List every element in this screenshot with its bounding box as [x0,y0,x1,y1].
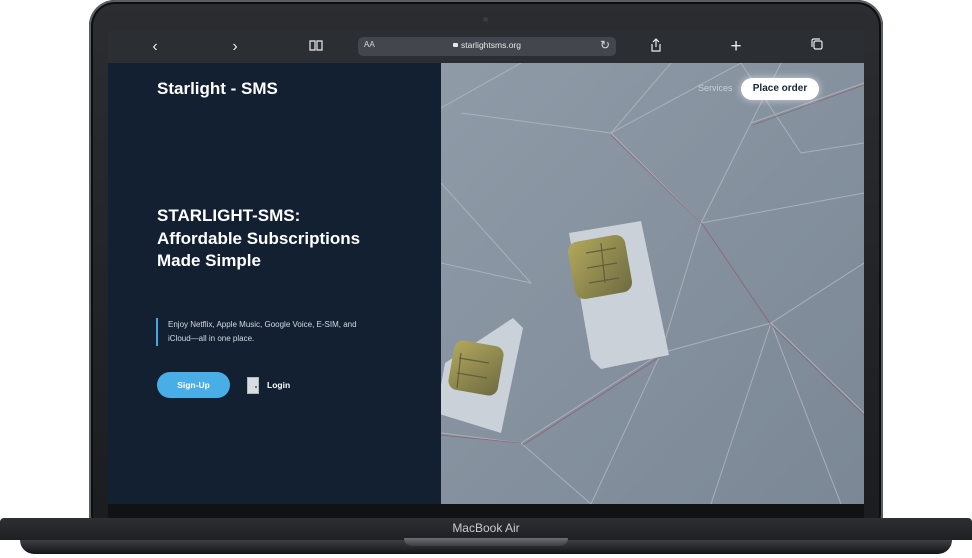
login-link[interactable]: Login [247,375,290,395]
share-icon[interactable] [646,37,666,57]
url-text: starlightsms.org [461,40,521,50]
laptop-base: MacBook Air [0,518,972,558]
hero-title: STARLIGHT-SMS: Affordable Subscriptions … [157,206,361,270]
sim-cards-photo [441,63,864,504]
model-label: MacBook Air [452,521,520,535]
signup-button[interactable]: Sign-Up [157,372,230,398]
hero-image: Services Place order [441,63,864,504]
login-label: Login [267,380,291,390]
browser-window: ‹ › AA starlightsms.org ↻ + Starlight - … [108,31,864,504]
browser-toolbar: ‹ › AA starlightsms.org ↻ + [108,31,864,63]
brand-logo[interactable]: Starlight - SMS [157,79,278,99]
hinge-notch [404,538,568,546]
place-order-button[interactable]: Place order [741,78,819,100]
lock-icon [453,43,458,47]
door-icon [247,376,259,394]
url-display: starlightsms.org [358,40,616,50]
book-icon[interactable] [306,37,326,57]
chevron-right-icon[interactable]: › [225,37,245,57]
camera [483,17,488,22]
tabs-icon[interactable] [807,37,827,57]
hero-panel: Starlight - SMS STARLIGHT-SMS: Affordabl… [108,63,441,504]
chevron-left-icon[interactable]: ‹ [145,37,165,57]
book-icon-graphic [309,40,323,51]
plus-icon[interactable]: + [726,37,746,57]
reload-icon[interactable]: ↻ [600,38,610,52]
nav-services-link[interactable]: Services [698,83,733,93]
tabs-icon-graphic [811,38,823,50]
address-bar[interactable]: AA starlightsms.org ↻ [358,37,616,56]
screen-bezel-chin [108,504,864,518]
hero-description: Enjoy Netflix, Apple Music, Google Voice… [156,318,368,346]
share-icon-graphic [651,38,661,52]
